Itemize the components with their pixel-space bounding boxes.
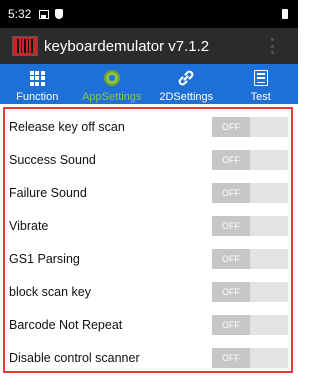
shield-icon xyxy=(55,9,64,19)
screen: 5:32 keyboardemulator v7.1.2 Function Ap… xyxy=(0,0,298,384)
setting-label: GS1 Parsing xyxy=(9,251,80,266)
setting-row-barcode-not-repeat: Barcode Not Repeat OFF xyxy=(5,308,291,341)
tab-function[interactable]: Function xyxy=(0,64,75,104)
toggle-state: OFF xyxy=(212,314,250,335)
setting-label: block scan key xyxy=(9,284,91,299)
tab-2dsettings[interactable]: 2DSettings xyxy=(149,64,224,104)
barcode-not-repeat-toggle[interactable]: OFF xyxy=(212,314,288,335)
link-icon xyxy=(178,70,194,86)
grid-icon xyxy=(29,70,45,86)
setting-label: Failure Sound xyxy=(9,185,87,200)
app-title: keyboardemulator v7.1.2 xyxy=(44,37,210,55)
list-icon xyxy=(253,70,268,86)
setting-row-block-scan-key: block scan key OFF xyxy=(5,275,291,308)
status-bar: 5:32 xyxy=(0,0,298,28)
settings-list: Release key off scan OFF Success Sound O… xyxy=(3,107,293,373)
setting-row-failure-sound: Failure Sound OFF xyxy=(5,176,291,209)
tab-appsettings[interactable]: AppSettings xyxy=(75,64,150,104)
tab-label: 2DSettings xyxy=(159,91,214,103)
gs1-parsing-toggle[interactable]: OFF xyxy=(212,248,288,269)
tab-bar: Function AppSettings 2DSettings Test xyxy=(0,64,298,104)
tab-label: AppSettings xyxy=(82,91,142,103)
setting-label: Vibrate xyxy=(9,218,49,233)
barcode-icon xyxy=(12,36,38,56)
toggle-state: OFF xyxy=(212,215,250,236)
tab-label: Function xyxy=(16,91,59,103)
toggle-state: OFF xyxy=(212,281,250,302)
setting-label: Disable control scanner xyxy=(9,350,140,365)
tab-label: Test xyxy=(250,91,271,103)
vibrate-toggle[interactable]: OFF xyxy=(212,215,288,236)
failure-sound-toggle[interactable]: OFF xyxy=(212,182,288,203)
app-bar: keyboardemulator v7.1.2 xyxy=(0,28,298,64)
release-key-off-scan-toggle[interactable]: OFF xyxy=(212,116,288,137)
setting-label: Success Sound xyxy=(9,152,96,167)
setting-row-vibrate: Vibrate OFF xyxy=(5,209,291,242)
tab-test[interactable]: Test xyxy=(224,64,299,104)
setting-row-success-sound: Success Sound OFF xyxy=(5,143,291,176)
settings-icon xyxy=(103,70,120,86)
setting-label: Barcode Not Repeat xyxy=(9,317,123,332)
success-sound-toggle[interactable]: OFF xyxy=(212,149,288,170)
setting-row-disable-control-scanner: Disable control scanner OFF xyxy=(5,341,291,374)
block-scan-key-toggle[interactable]: OFF xyxy=(212,281,288,302)
setting-label: Release key off scan xyxy=(9,119,125,134)
disable-control-scanner-toggle[interactable]: OFF xyxy=(212,347,288,368)
toggle-state: OFF xyxy=(212,347,250,368)
toggle-state: OFF xyxy=(212,149,250,170)
setting-row-release-key-off-scan: Release key off scan OFF xyxy=(5,110,291,143)
setting-row-gs1-parsing: GS1 Parsing OFF xyxy=(5,242,291,275)
toggle-state: OFF xyxy=(212,248,250,269)
toggle-state: OFF xyxy=(212,116,250,137)
overflow-menu-icon[interactable] xyxy=(270,38,274,54)
toggle-state: OFF xyxy=(212,182,250,203)
image-icon xyxy=(39,9,50,19)
status-time: 5:32 xyxy=(8,7,32,21)
battery-icon xyxy=(282,9,288,19)
